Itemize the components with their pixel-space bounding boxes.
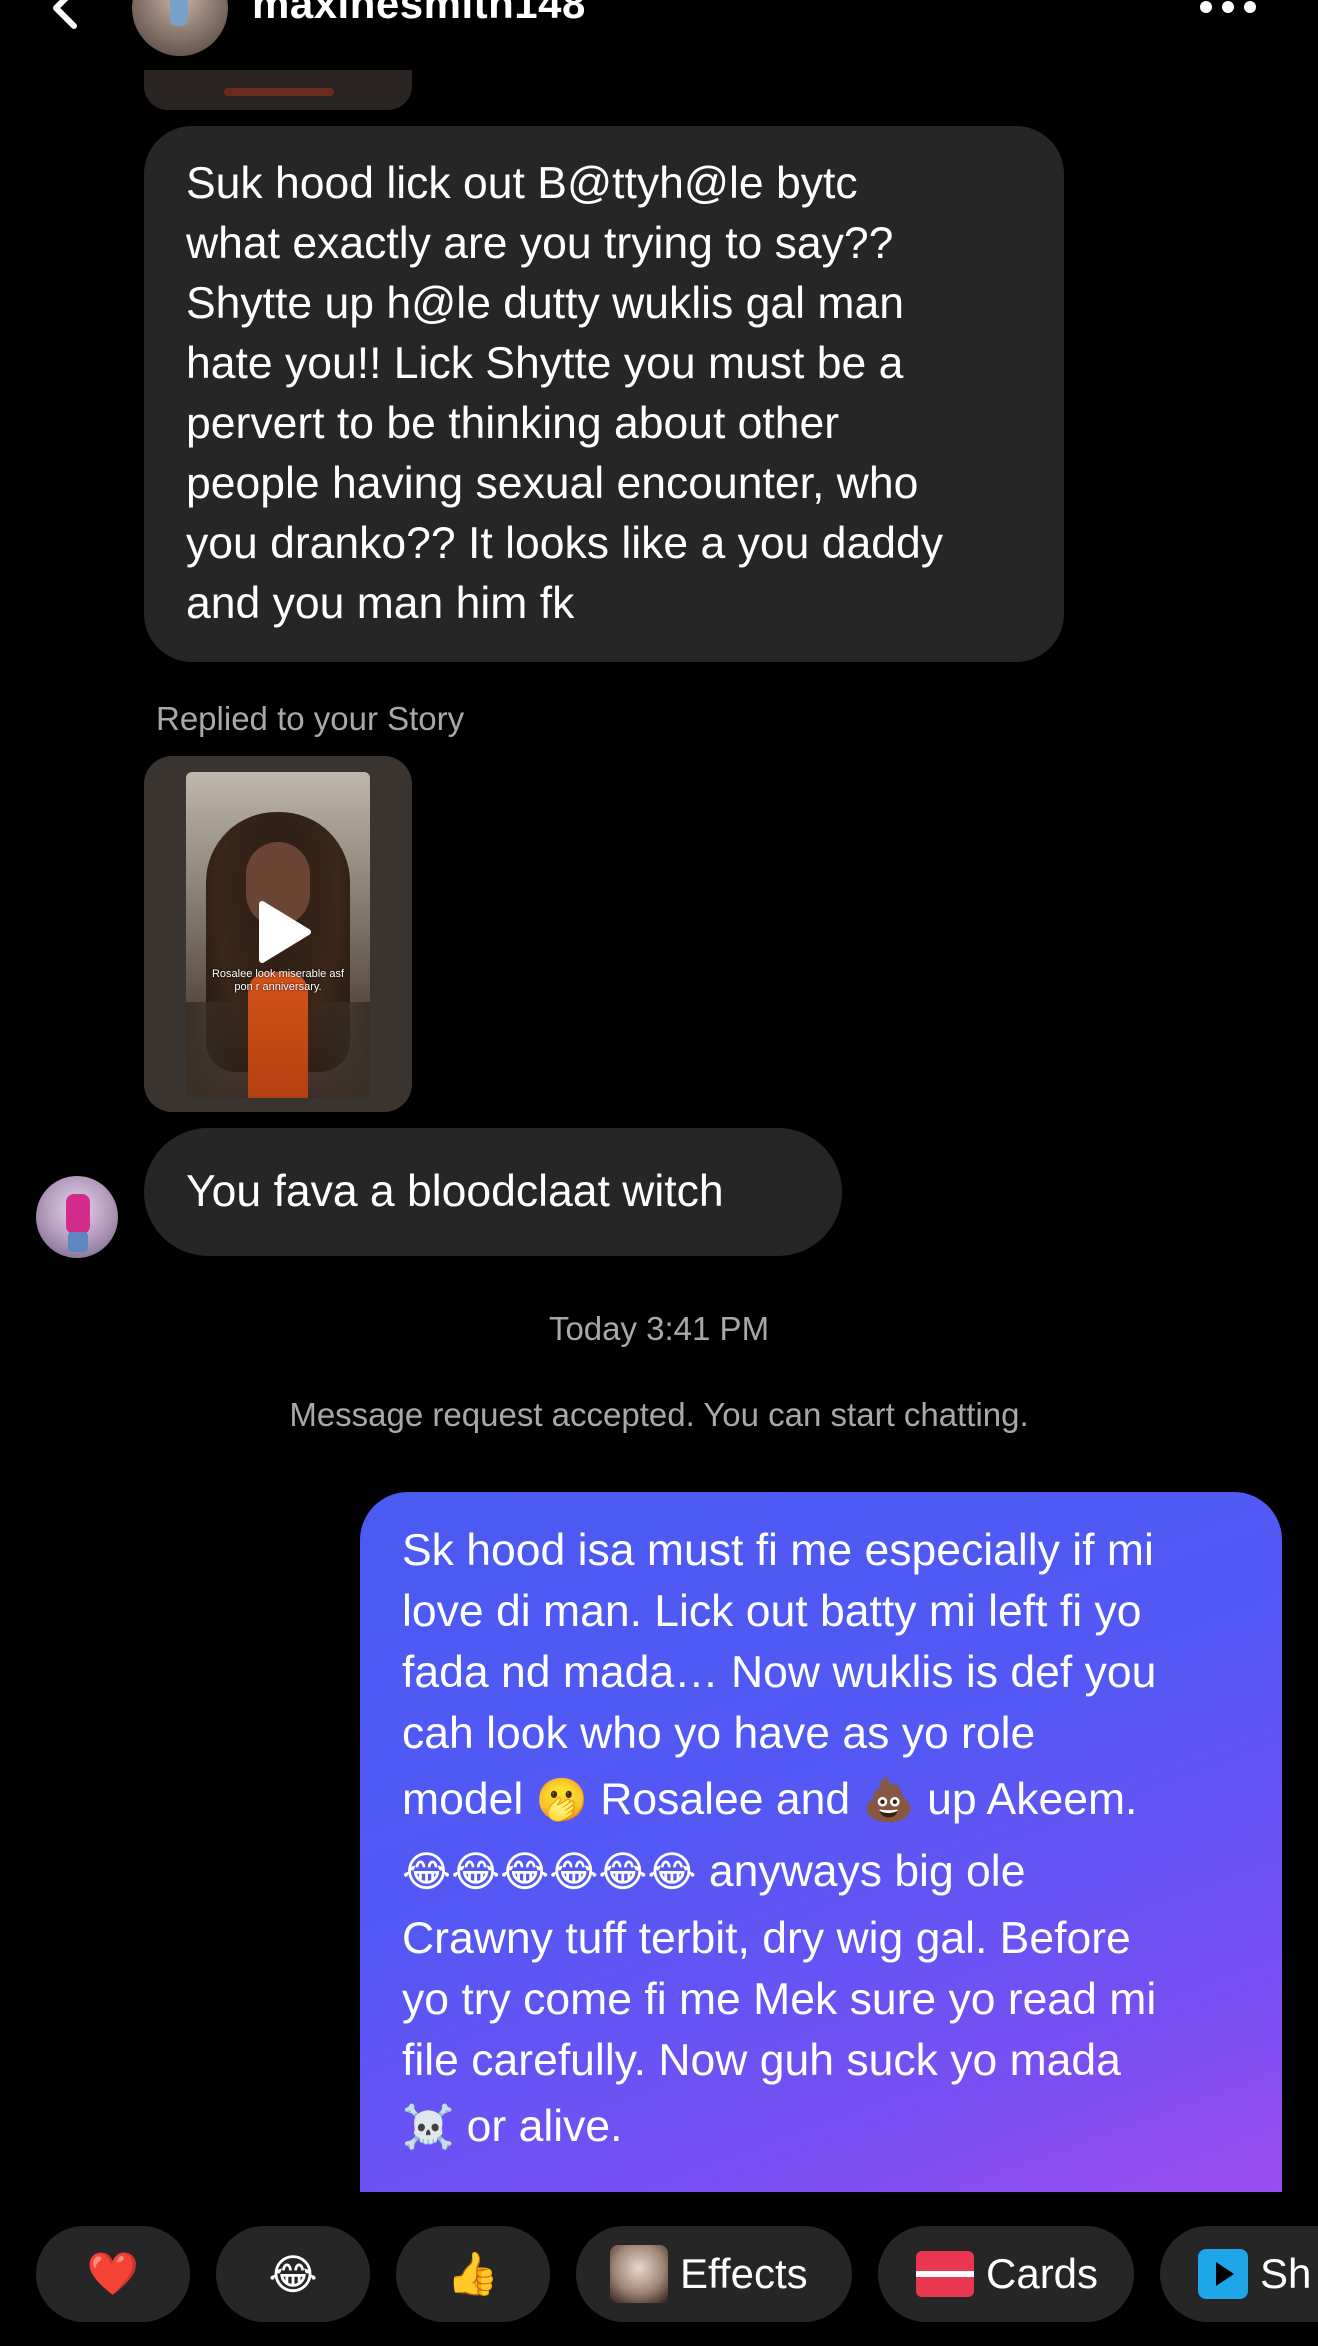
story-reply-label: Replied to your Story: [156, 700, 465, 737]
laughing-face-icon: 😂: [268, 2249, 318, 2299]
play-icon[interactable]: [254, 900, 314, 964]
message-text: You fava a bloodclaat witch: [186, 1167, 724, 1216]
chat-timestamp: Today 3:41 PM: [548, 1310, 770, 1347]
effects-button[interactable]: Effects: [576, 2226, 852, 2322]
poop-emoji: 💩: [862, 1775, 915, 1824]
quick-reaction-bar: ❤️ 😂 👍 Effects Cards Sh: [0, 2226, 1318, 2326]
laugh-reaction-button[interactable]: 😂: [216, 2226, 370, 2322]
story-reply-card[interactable]: Rosalee look miserable asf pon r anniver…: [144, 756, 412, 1112]
heart-icon: ❤️: [86, 2249, 140, 2298]
more-options-icon[interactable]: [1200, 0, 1272, 20]
story-caption: Rosalee look miserable asf pon r anniver…: [211, 968, 345, 993]
effects-thumbnail-icon: [610, 2245, 668, 2303]
incoming-message-bubble[interactable]: You fava a bloodclaat witch: [144, 1128, 842, 1256]
request-accepted-notice: Message request accepted. You can start …: [289, 1396, 1029, 1433]
play-share-icon: [1198, 2249, 1248, 2299]
hand-over-mouth-emoji: 🫢: [535, 1775, 588, 1824]
laughing-emoji-row: 😂😂😂😂😂😂: [402, 1847, 697, 1896]
chat-username[interactable]: maxinesmith148: [252, 0, 586, 28]
heart-reaction-button[interactable]: ❤️: [36, 2226, 190, 2322]
share-button[interactable]: Sh: [1160, 2226, 1318, 2322]
sender-avatar[interactable]: [36, 1176, 118, 1258]
message-text: Suk hood lick out B@ttyh@le bytc what ex…: [186, 159, 943, 628]
thumbs-up-icon: 👍: [446, 2249, 500, 2298]
outgoing-message-bubble[interactable]: Sk hood isa must fi me especially if mi …: [360, 1492, 1282, 2192]
thumbs-up-reaction-button[interactable]: 👍: [396, 2226, 550, 2322]
gift-card-icon: [916, 2251, 974, 2297]
cards-button[interactable]: Cards: [878, 2226, 1134, 2322]
chat-header: maxinesmith148: [0, 0, 1318, 70]
skull-crossbones-emoji: ☠️: [402, 2102, 455, 2151]
back-arrow-icon[interactable]: [44, 0, 84, 38]
profile-avatar[interactable]: [132, 0, 228, 56]
message-text: Sk hood isa must fi me especially if mi …: [402, 1526, 1157, 2151]
incoming-message-bubble[interactable]: Suk hood lick out B@ttyh@le bytc what ex…: [144, 126, 1064, 662]
story-preview-image: Rosalee look miserable asf pon r anniver…: [186, 772, 370, 1098]
previous-story-thumbnail[interactable]: [144, 70, 412, 110]
